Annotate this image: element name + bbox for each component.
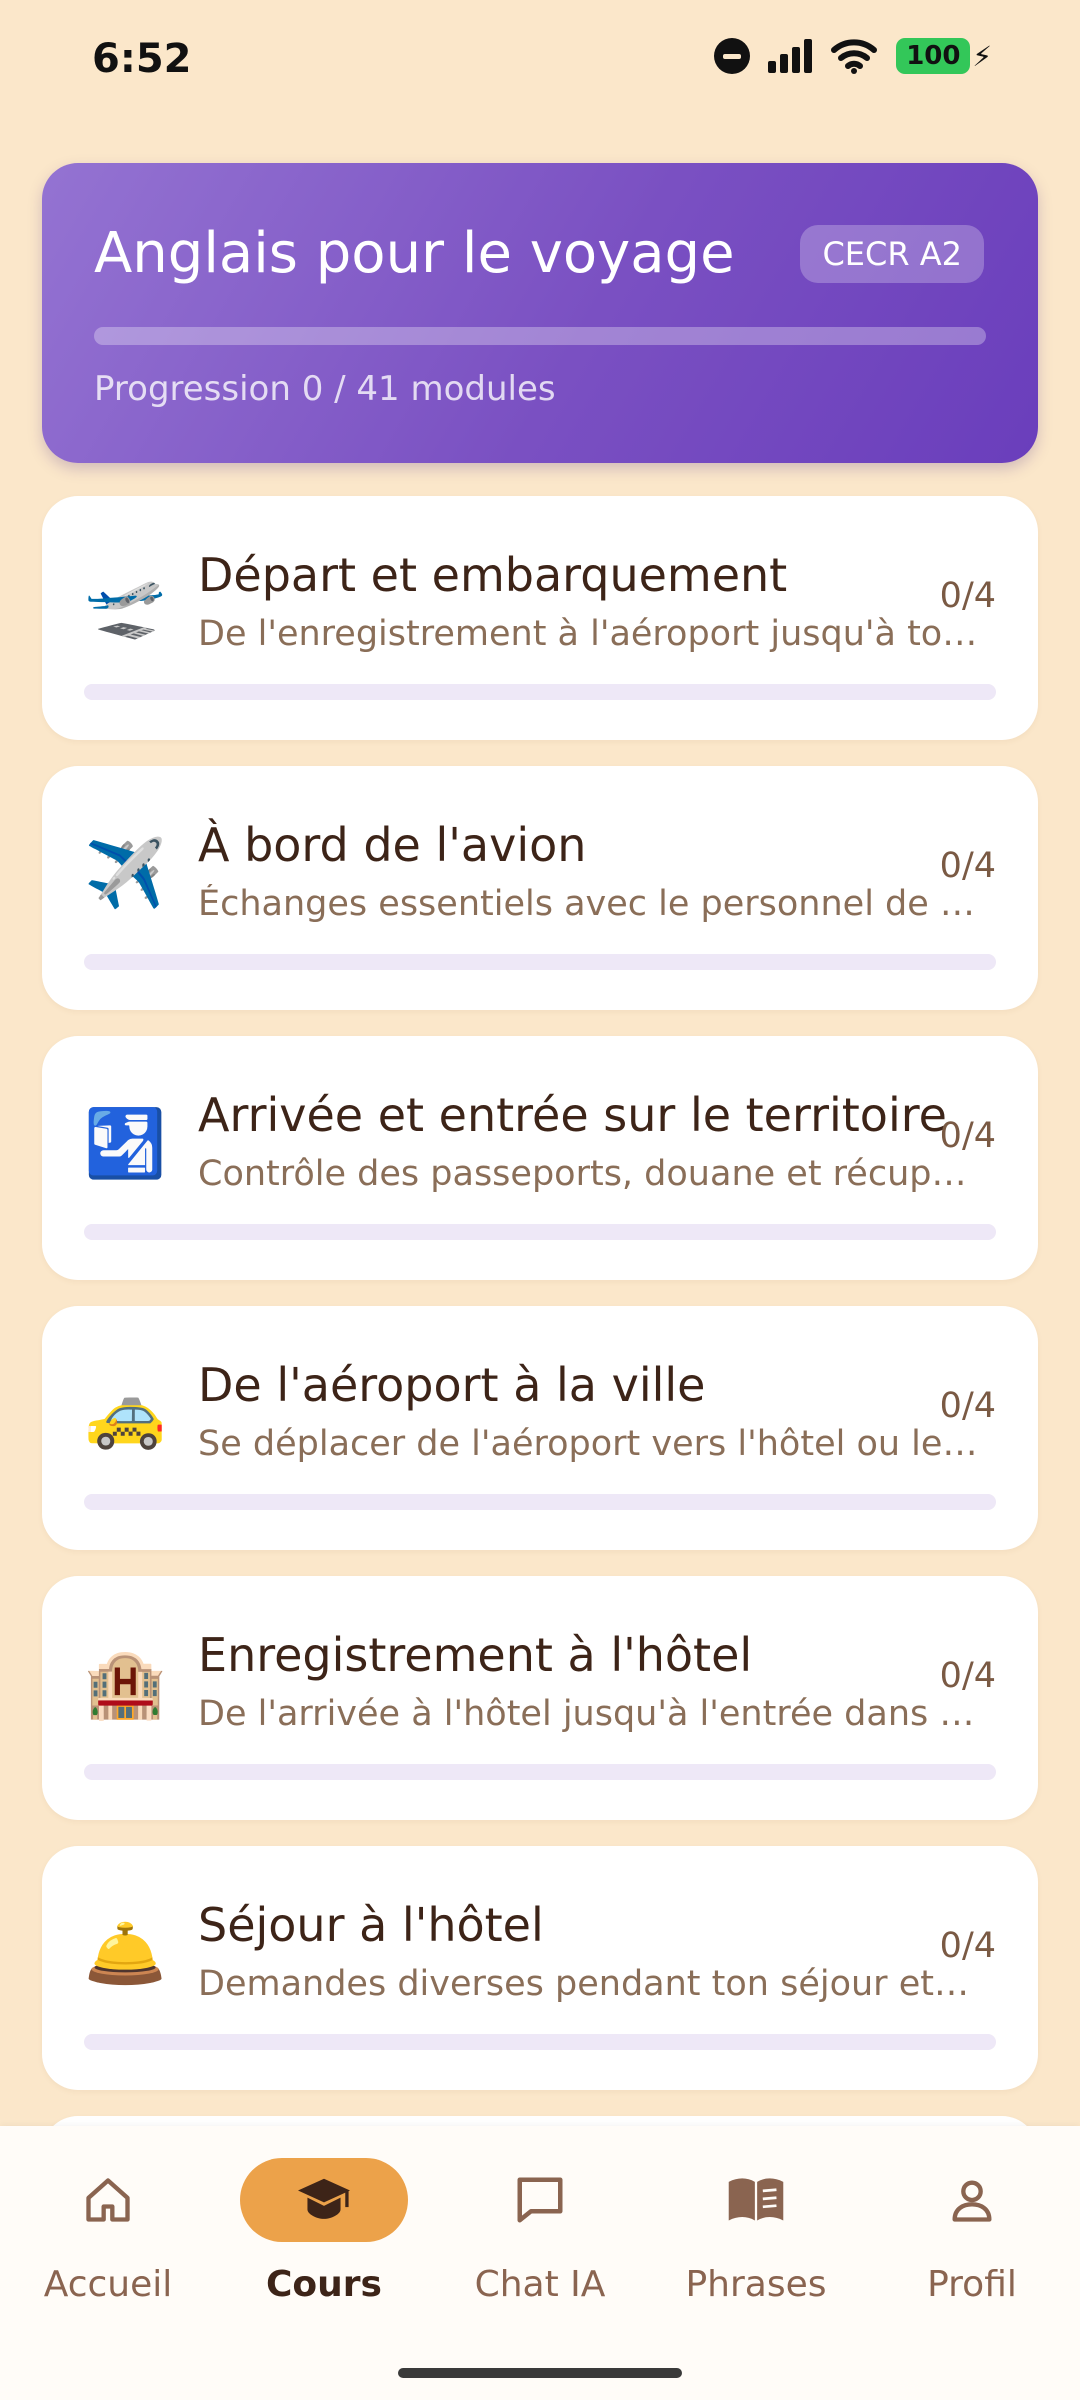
module-card[interactable]: 🏨 Enregistrement à l'hôtel De l'arrivée à …: [42, 1576, 1038, 1820]
module-description: Se déplacer de l'aéroport vers l'hôtel o…: [198, 1424, 980, 1464]
module-card[interactable]: 🛫 Départ et embarquement De l'enregistreme…: [42, 496, 1038, 740]
module-count: 0/4: [939, 1926, 996, 1966]
course-progress-bar: [94, 327, 986, 345]
module-count: 0/4: [939, 846, 996, 886]
book-open-icon: [728, 2178, 784, 2221]
battery-icon: 100 ⚡: [896, 38, 992, 74]
wifi-icon: [831, 39, 878, 74]
nav-item-cours[interactable]: Cours: [216, 2158, 432, 2338]
nav-label: Profil: [927, 2264, 1017, 2305]
nav-label: Cours: [266, 2264, 382, 2305]
module-card[interactable]: ✈️ À bord de l'avion Échanges essentiels a…: [42, 766, 1038, 1010]
charging-bolt-icon: ⚡: [972, 39, 992, 73]
module-title: Séjour à l'hôtel: [198, 1898, 544, 1952]
cellular-signal-icon: [768, 39, 813, 73]
battery-level: 100: [896, 38, 971, 74]
course-header-card: Anglais pour le voyage CECR A2 Progressi…: [42, 163, 1038, 463]
status-time: 6:52: [92, 36, 192, 82]
passport-control-icon: 🛂: [84, 1105, 167, 1182]
taxi-icon: 🚕: [84, 1375, 167, 1452]
module-progress-bar: [84, 684, 996, 700]
module-description: Demandes diverses pendant ton séjour et …: [198, 1964, 980, 2004]
module-progress-bar: [84, 1494, 996, 1510]
module-count: 0/4: [939, 576, 996, 616]
module-count: 0/4: [939, 1116, 996, 1156]
module-title: De l'aéroport à la ville: [198, 1358, 706, 1412]
nav-item-profil[interactable]: Profil: [864, 2158, 1080, 2338]
nav-label: Chat IA: [474, 2264, 606, 2305]
module-progress-bar: [84, 1224, 996, 1240]
module-description: Contrôle des passeports, douane et récup…: [198, 1154, 980, 1194]
airplane-departure-icon: 🛫: [84, 565, 167, 642]
chat-bubble-icon: [517, 2177, 563, 2223]
module-progress-bar: [84, 1764, 996, 1780]
nav-item-chat-ia[interactable]: Chat IA: [432, 2158, 648, 2338]
status-icons: 100 ⚡: [714, 38, 992, 74]
module-progress-bar: [84, 2034, 996, 2050]
person-icon: [952, 2180, 992, 2222]
module-count: 0/4: [939, 1656, 996, 1696]
do-not-disturb-icon: [714, 38, 751, 74]
course-title: Anglais pour le voyage: [94, 221, 735, 286]
level-badge: CECR A2: [800, 225, 984, 283]
module-card[interactable]: 🛎️ Séjour à l'hôtel Demandes diverses pend…: [42, 1846, 1038, 2090]
module-title: Enregistrement à l'hôtel: [198, 1628, 753, 1682]
bellhop-bell-icon: 🛎️: [84, 1915, 167, 1992]
nav-item-phrases[interactable]: Phrases: [648, 2158, 864, 2338]
airplane-icon: ✈️: [84, 835, 167, 912]
nav-label: Phrases: [685, 2264, 827, 2305]
nav-label: Accueil: [43, 2264, 173, 2305]
module-card[interactable]: 🛂 Arrivée et entrée sur le territoire Cont…: [42, 1036, 1038, 1280]
course-progress-label: Progression 0 / 41 modules: [94, 369, 556, 409]
bottom-nav: Accueil Cours Chat IA Phrases Profil: [0, 2126, 1080, 2400]
graduation-cap-icon: [298, 2178, 350, 2219]
module-count: 0/4: [939, 1386, 996, 1426]
module-description: Échanges essentiels avec le personnel de…: [198, 884, 980, 924]
home-indicator[interactable]: [398, 2368, 682, 2378]
module-description: De l'arrivée à l'hôtel jusqu'à l'entrée …: [198, 1694, 980, 1734]
hotel-icon: 🏨: [84, 1645, 167, 1722]
module-card[interactable]: 🚕 De l'aéroport à la ville Se déplacer de …: [42, 1306, 1038, 1550]
home-icon: [86, 2178, 130, 2222]
module-title: Arrivée et entrée sur le territoire: [198, 1088, 947, 1142]
module-description: De l'enregistrement à l'aéroport jusqu'à…: [198, 614, 980, 654]
module-title: À bord de l'avion: [198, 818, 587, 872]
status-bar: 6:52 100 ⚡: [0, 0, 1080, 120]
nav-item-accueil[interactable]: Accueil: [0, 2158, 216, 2338]
module-progress-bar: [84, 954, 996, 970]
module-title: Départ et embarquement: [198, 548, 788, 602]
